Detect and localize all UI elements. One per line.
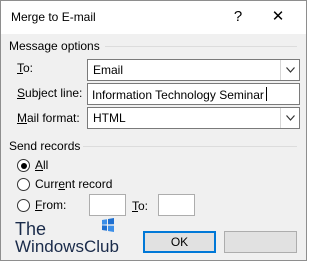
radio-button[interactable] <box>17 178 30 191</box>
radio-button-selected[interactable] <box>17 159 30 172</box>
title-bar: Merge to E-mail ? ✕ <box>1 1 306 34</box>
from-record-input[interactable] <box>89 194 126 216</box>
chevron-down-icon <box>286 67 295 73</box>
radio-current-record-label: Current record <box>35 177 113 191</box>
to-record-input[interactable] <box>158 194 195 216</box>
text-caret <box>265 87 267 101</box>
to-label: To: <box>17 61 34 75</box>
mail-format-dropdown-button[interactable] <box>280 108 299 128</box>
subject-line-input[interactable]: Information Technology Seminar <box>87 83 300 105</box>
radio-button[interactable] <box>17 199 30 212</box>
to-dropdown-button[interactable] <box>280 60 299 80</box>
radio-dot <box>20 162 27 169</box>
message-options-heading: Message options <box>9 39 100 53</box>
radio-all-label: All <box>35 158 49 172</box>
group-divider <box>105 46 297 47</box>
mail-format-combobox[interactable]: HTML <box>87 107 300 129</box>
send-records-heading: Send records <box>9 139 81 153</box>
to-value: Email <box>93 63 124 77</box>
help-button[interactable]: ? <box>227 6 249 28</box>
chevron-down-icon <box>286 115 295 121</box>
ok-button[interactable]: OK <box>143 231 216 253</box>
subject-label: Subject line: <box>17 86 83 100</box>
windows-flag-icon <box>102 218 114 232</box>
subject-value: Information Technology Seminar <box>92 88 264 102</box>
to-combobox[interactable]: Email <box>87 59 300 81</box>
mail-format-value: HTML <box>93 111 126 125</box>
mail-format-label: Mail format: <box>17 111 80 125</box>
to-record-label: To: <box>132 199 149 213</box>
close-button[interactable]: ✕ <box>267 6 289 28</box>
radio-from-label: From: <box>35 198 67 212</box>
dialog-title: Merge to E-mail <box>11 10 96 24</box>
thewindowsclub-logo: The WindowsClub <box>15 218 119 256</box>
merge-to-email-dialog: Merge to E-mail ? ✕ Message options To: … <box>0 0 307 261</box>
cancel-button[interactable] <box>224 231 297 253</box>
group-divider <box>83 146 297 147</box>
